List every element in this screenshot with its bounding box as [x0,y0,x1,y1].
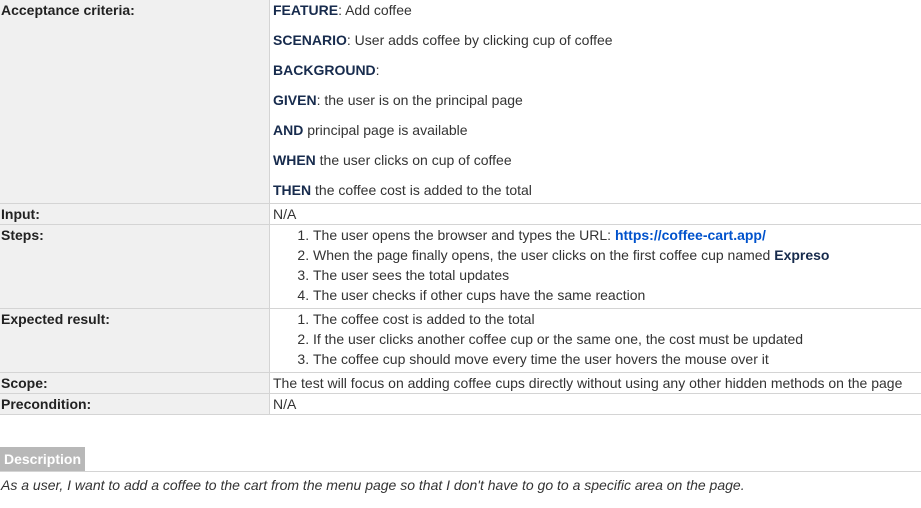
steps-row: Steps: The user opens the browser and ty… [0,224,921,309]
scenario-text: : User adds coffee by clicking cup of co… [346,32,613,48]
then-text: the coffee cost is added to the total [311,182,532,198]
acceptance-criteria-row: Acceptance criteria: FEATURE: Add coffee… [0,0,921,204]
step-text: The user checks if other cups have the s… [313,287,646,303]
step-text: The user sees the total updates [313,267,510,283]
step-item: The user opens the browser and types the… [313,225,921,245]
scope-value: The test will focus on adding coffee cup… [269,372,921,394]
expected-result-row: Expected result: The coffee cost is adde… [0,308,921,373]
feature-text: : Add coffee [338,2,412,18]
background-line: BACKGROUND: [273,60,921,90]
step-text: The user opens the browser and types the… [313,227,615,243]
step-item: The user checks if other cups have the s… [313,285,921,305]
when-keyword: WHEN [273,152,316,168]
input-label: Input: [0,203,270,225]
acceptance-criteria-label: Acceptance criteria: [0,0,270,204]
and-text: principal page is available [303,122,468,138]
description-section: Description As a user, I want to add a c… [0,447,921,495]
and-line: AND principal page is available [273,120,921,150]
gherkin-block: FEATURE: Add coffee SCENARIO: User adds … [273,0,921,203]
steps-label: Steps: [0,224,270,309]
background-text: : [375,62,380,78]
then-line: THEN the coffee cost is added to the tot… [273,180,921,200]
expected-item: The coffee cost is added to the total [313,309,921,329]
expected-item: If the user clicks another coffee cup or… [313,329,921,349]
coffee-cart-link[interactable]: https://coffee-cart.app/ [615,227,766,243]
expected-item: The coffee cup should move every time th… [313,349,921,369]
step-item: The user sees the total updates [313,265,921,285]
expected-result-value: The coffee cost is added to the total If… [269,308,921,373]
then-keyword: THEN [273,182,312,198]
test-case-page: Acceptance criteria: FEATURE: Add coffee… [0,0,921,508]
given-line: GIVEN: the user is on the principal page [273,90,921,120]
given-keyword: GIVEN [273,92,317,108]
scenario-keyword: SCENARIO [273,32,347,48]
feature-keyword: FEATURE [273,2,339,18]
step-text: When the page finally opens, the user cl… [313,247,775,263]
precondition-label: Precondition: [0,393,270,415]
and-keyword: AND [273,122,304,138]
when-text: the user clicks on cup of coffee [315,152,512,168]
criteria-table: Acceptance criteria: FEATURE: Add coffee… [0,0,921,415]
steps-value: The user opens the browser and types the… [269,224,921,309]
precondition-value: N/A [269,393,921,415]
feature-line: FEATURE: Add coffee [273,0,921,30]
step-item: When the page finally opens, the user cl… [313,245,921,265]
given-text: : the user is on the principal page [316,92,523,108]
expreso-name: Expreso [774,247,830,263]
steps-list: The user opens the browser and types the… [273,225,921,305]
precondition-row: Precondition: N/A [0,393,921,415]
expected-result-list: The coffee cost is added to the total If… [273,309,921,369]
scope-row: Scope: The test will focus on adding cof… [0,372,921,394]
description-text: As a user, I want to add a coffee to the… [1,477,745,493]
scenario-line: SCENARIO: User adds coffee by clicking c… [273,30,921,60]
when-line: WHEN the user clicks on cup of coffee [273,150,921,180]
description-tab[interactable]: Description [0,447,86,471]
expected-result-label: Expected result: [0,308,270,373]
input-row: Input: N/A [0,203,921,225]
scope-label: Scope: [0,372,270,394]
acceptance-criteria-value: FEATURE: Add coffee SCENARIO: User adds … [269,0,921,204]
background-keyword: BACKGROUND [273,62,376,78]
input-value: N/A [269,203,921,225]
